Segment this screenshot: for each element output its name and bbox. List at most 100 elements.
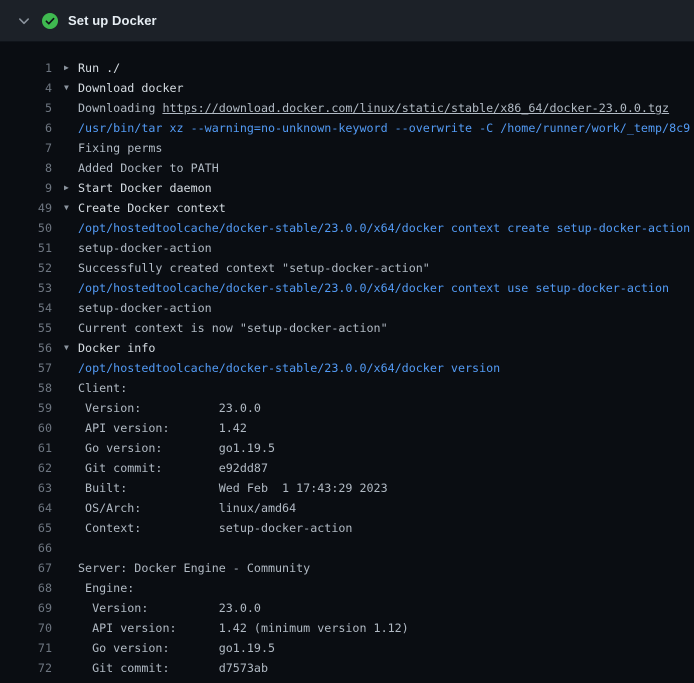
- log-text: setup-docker-action: [78, 238, 212, 258]
- line-number[interactable]: 64: [8, 498, 52, 518]
- arrow-spacer: [64, 438, 78, 458]
- log-line: 61 Go version: go1.19.5: [0, 438, 694, 458]
- line-number[interactable]: 71: [8, 638, 52, 658]
- arrow-spacer: [64, 638, 78, 658]
- log-lines: 1▶Run ./4▼Download docker5Downloading ht…: [0, 42, 694, 678]
- line-number[interactable]: 67: [8, 558, 52, 578]
- arrow-spacer: [64, 618, 78, 638]
- line-number[interactable]: 58: [8, 378, 52, 398]
- log-line: 60 API version: 1.42: [0, 418, 694, 438]
- triangle-down-icon: ▼: [64, 338, 78, 358]
- log-text: /opt/hostedtoolcache/docker-stable/23.0.…: [78, 218, 690, 238]
- log-line: 65 Context: setup-docker-action: [0, 518, 694, 538]
- arrow-spacer: [64, 458, 78, 478]
- log-text: Git commit: e92dd87: [78, 458, 268, 478]
- log-line: 5 Downloading https://download.docker.com…: [0, 98, 694, 118]
- log-text: Version: 23.0.0: [78, 598, 261, 618]
- log-text: Context: setup-docker-action: [78, 518, 352, 538]
- log-line[interactable]: 1 ▶Run ./: [0, 58, 694, 78]
- arrow-spacer: [64, 518, 78, 538]
- arrow-spacer: [64, 318, 78, 338]
- log-text: Download docker: [78, 78, 184, 98]
- triangle-right-icon: ▶: [64, 178, 78, 198]
- arrow-spacer: [64, 98, 78, 118]
- log-line[interactable]: 49▼Create Docker context: [0, 198, 694, 218]
- arrow-spacer: [64, 478, 78, 498]
- log-line: 68 Engine:: [0, 578, 694, 598]
- log-text: Run ./: [78, 58, 120, 78]
- line-number[interactable]: 61: [8, 438, 52, 458]
- log-line[interactable]: 56▼Docker info: [0, 338, 694, 358]
- log-viewer: Set up Docker 1▶Run ./4▼Download docker5…: [0, 0, 694, 683]
- triangle-right-icon: ▶: [64, 58, 78, 78]
- line-number[interactable]: 51: [8, 238, 52, 258]
- log-text: Current context is now "setup-docker-act…: [78, 318, 388, 338]
- arrow-spacer: [64, 358, 78, 378]
- line-number[interactable]: 55: [8, 318, 52, 338]
- arrow-spacer: [64, 218, 78, 238]
- line-number[interactable]: 69: [8, 598, 52, 618]
- line-number[interactable]: 60: [8, 418, 52, 438]
- line-number[interactable]: 72: [8, 658, 52, 678]
- log-text: Git commit: d7573ab: [78, 658, 268, 678]
- log-line: 59 Version: 23.0.0: [0, 398, 694, 418]
- line-number[interactable]: 56: [8, 338, 52, 358]
- log-text: Added Docker to PATH: [78, 158, 219, 178]
- log-link[interactable]: https://download.docker.com/linux/static…: [162, 101, 669, 115]
- line-number[interactable]: 4: [8, 78, 52, 98]
- log-text: API version: 1.42 (minimum version 1.12): [78, 618, 409, 638]
- line-number[interactable]: 57: [8, 358, 52, 378]
- log-line: 52 Successfully created context "setup-do…: [0, 258, 694, 278]
- log-line: 57/opt/hostedtoolcache/docker-stable/23.…: [0, 358, 694, 378]
- log-text: Downloading https://download.docker.com/…: [78, 98, 669, 118]
- log-line[interactable]: 4▼Download docker: [0, 78, 694, 98]
- line-number[interactable]: 7: [8, 138, 52, 158]
- arrow-spacer: [64, 138, 78, 158]
- line-number[interactable]: 50: [8, 218, 52, 238]
- line-number[interactable]: 53: [8, 278, 52, 298]
- arrow-spacer: [64, 418, 78, 438]
- log-line: 51 setup-docker-action: [0, 238, 694, 258]
- log-line: 55 Current context is now "setup-docker-a…: [0, 318, 694, 338]
- arrow-spacer: [64, 378, 78, 398]
- log-line[interactable]: 9▶Start Docker daemon: [0, 178, 694, 198]
- line-number[interactable]: 59: [8, 398, 52, 418]
- log-text-prefix: Downloading: [78, 101, 162, 115]
- log-text: Create Docker context: [78, 198, 226, 218]
- line-number[interactable]: 49: [8, 198, 52, 218]
- line-number[interactable]: 70: [8, 618, 52, 638]
- log-text: OS/Arch: linux/amd64: [78, 498, 296, 518]
- line-number[interactable]: 66: [8, 538, 52, 558]
- arrow-spacer: [64, 558, 78, 578]
- line-number[interactable]: 62: [8, 458, 52, 478]
- log-text: /opt/hostedtoolcache/docker-stable/23.0.…: [78, 278, 669, 298]
- log-line: 54setup-docker-action: [0, 298, 694, 318]
- chevron-down-icon: [16, 13, 32, 29]
- line-number[interactable]: 52: [8, 258, 52, 278]
- log-line: 50/opt/hostedtoolcache/docker-stable/23.…: [0, 218, 694, 238]
- log-text: Version: 23.0.0: [78, 398, 261, 418]
- log-line: 8 Added Docker to PATH: [0, 158, 694, 178]
- log-line: 6/usr/bin/tar xz --warning=no-unknown-ke…: [0, 118, 694, 138]
- log-text: Go version: go1.19.5: [78, 638, 275, 658]
- line-number[interactable]: 63: [8, 478, 52, 498]
- line-number[interactable]: 9: [8, 178, 52, 198]
- step-title: Set up Docker: [68, 13, 157, 28]
- line-number[interactable]: 5: [8, 98, 52, 118]
- log-line: 72 Git commit: d7573ab: [0, 658, 694, 678]
- arrow-spacer: [64, 498, 78, 518]
- arrow-spacer: [64, 598, 78, 618]
- line-number[interactable]: 1: [8, 58, 52, 78]
- arrow-spacer: [64, 298, 78, 318]
- log-text: Successfully created context "setup-dock…: [78, 258, 430, 278]
- line-number[interactable]: 65: [8, 518, 52, 538]
- line-number[interactable]: 6: [8, 118, 52, 138]
- line-number[interactable]: 8: [8, 158, 52, 178]
- log-text: /usr/bin/tar xz --warning=no-unknown-key…: [78, 118, 690, 138]
- step-header[interactable]: Set up Docker: [0, 0, 694, 42]
- arrow-spacer: [64, 538, 78, 558]
- line-number[interactable]: 68: [8, 578, 52, 598]
- log-text: Fixing perms: [78, 138, 162, 158]
- line-number[interactable]: 54: [8, 298, 52, 318]
- log-line: 62 Git commit: e92dd87: [0, 458, 694, 478]
